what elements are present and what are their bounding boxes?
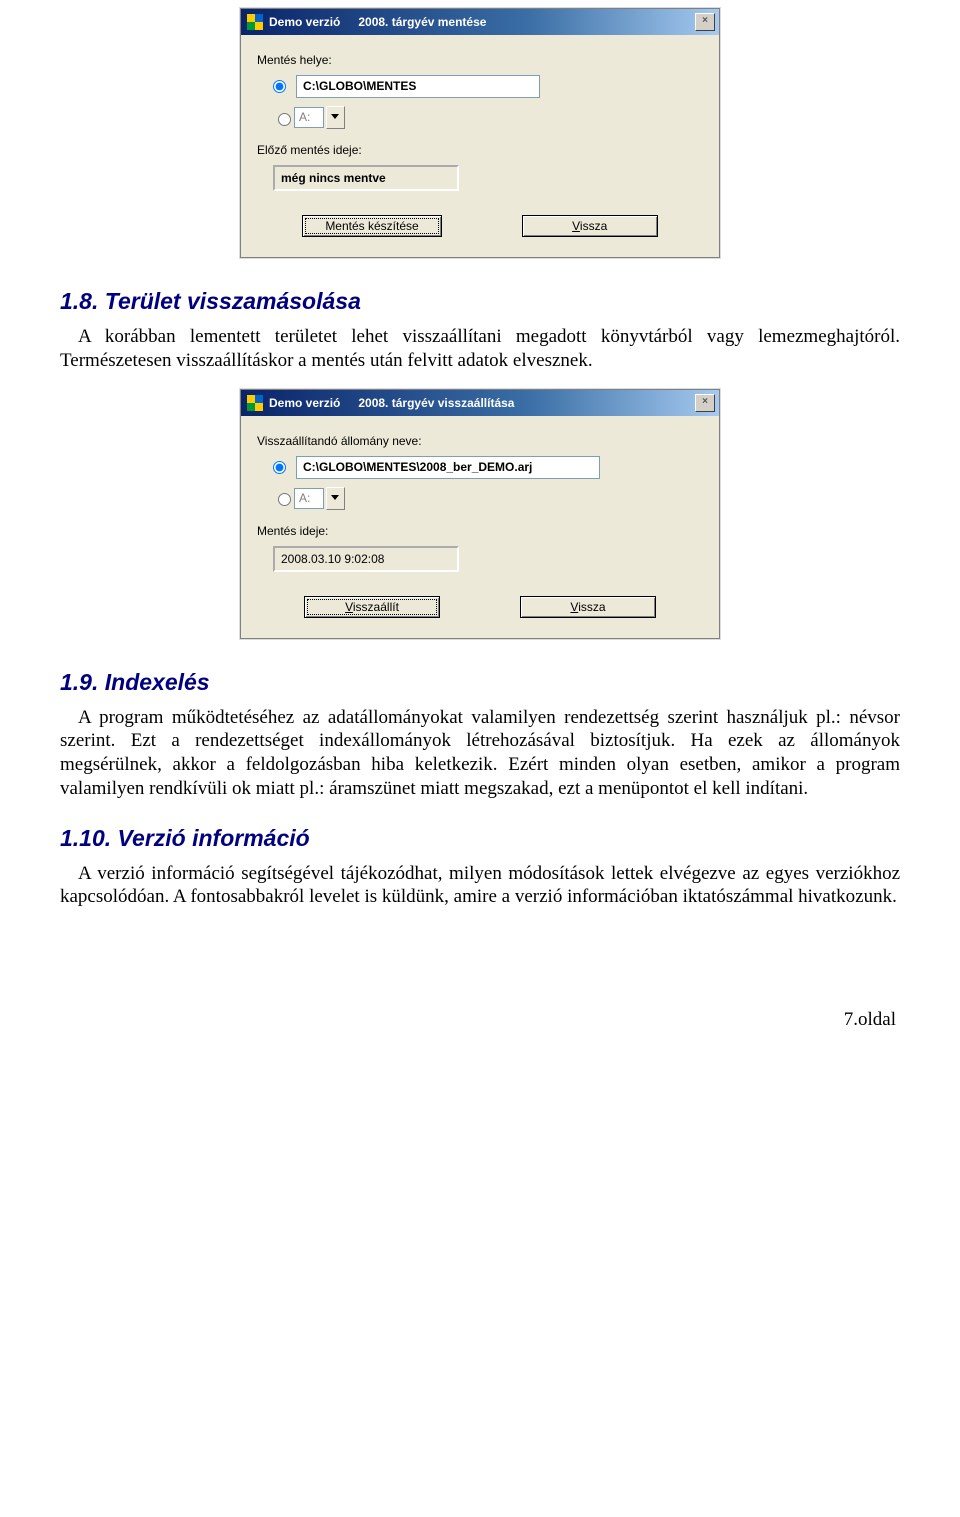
radio-path[interactable] <box>273 80 286 93</box>
radio-drive[interactable] <box>278 493 291 506</box>
back-button[interactable]: Vissza <box>522 215 658 237</box>
previous-save-value: még nincs mentve <box>273 165 459 191</box>
restore-button[interactable]: Visszaállít <box>304 596 440 618</box>
para-1-8: A korábban lementett területet lehet vis… <box>60 325 900 373</box>
heading-1-9: 1.9. Indexelés <box>60 669 900 696</box>
chevron-down-icon[interactable] <box>326 487 345 510</box>
app-icon <box>247 14 263 30</box>
dialog-restore: Demo verzió 2008. tárgyév visszaállítása… <box>240 389 720 639</box>
create-save-button[interactable]: Mentés készítése <box>302 215 441 237</box>
close-icon[interactable]: × <box>695 13 715 31</box>
close-icon[interactable]: × <box>695 394 715 412</box>
dialog-save: Demo verzió 2008. tárgyév mentése × Ment… <box>240 8 720 258</box>
radio-path[interactable] <box>273 461 286 474</box>
drive-input[interactable]: A: <box>294 488 324 509</box>
back-button[interactable]: Vissza <box>520 596 656 618</box>
previous-save-label: Előző mentés ideje: <box>257 143 703 157</box>
radio-drive[interactable] <box>278 113 291 126</box>
titlebar: Demo verzió 2008. tárgyév mentése × <box>241 9 719 35</box>
path-input[interactable]: C:\GLOBO\MENTES <box>296 75 540 98</box>
title-left: Demo verzió <box>269 15 340 29</box>
app-icon <box>247 395 263 411</box>
heading-1-8: 1.8. Terület visszamásolása <box>60 288 900 315</box>
title-right: 2008. tárgyév visszaállítása <box>358 396 514 410</box>
save-time-value: 2008.03.10 9:02:08 <box>273 546 459 572</box>
chevron-down-icon[interactable] <box>326 106 345 129</box>
drive-input[interactable]: A: <box>294 107 324 128</box>
titlebar: Demo verzió 2008. tárgyév visszaállítása… <box>241 390 719 416</box>
para-1-9: A program működtetéséhez az adatállomány… <box>60 706 900 801</box>
location-label: Mentés helye: <box>257 53 703 67</box>
title-left: Demo verzió <box>269 396 340 410</box>
save-time-label: Mentés ideje: <box>257 524 703 538</box>
para-1-10: A verzió információ segítségével tájékoz… <box>60 862 900 910</box>
title-right: 2008. tárgyév mentése <box>358 15 486 29</box>
path-input[interactable]: C:\GLOBO\MENTES\2008_ber_DEMO.arj <box>296 456 600 479</box>
page-number: 7.oldal <box>60 1009 900 1031</box>
heading-1-10: 1.10. Verzió információ <box>60 825 900 852</box>
restore-file-label: Visszaállítandó állomány neve: <box>257 434 703 448</box>
